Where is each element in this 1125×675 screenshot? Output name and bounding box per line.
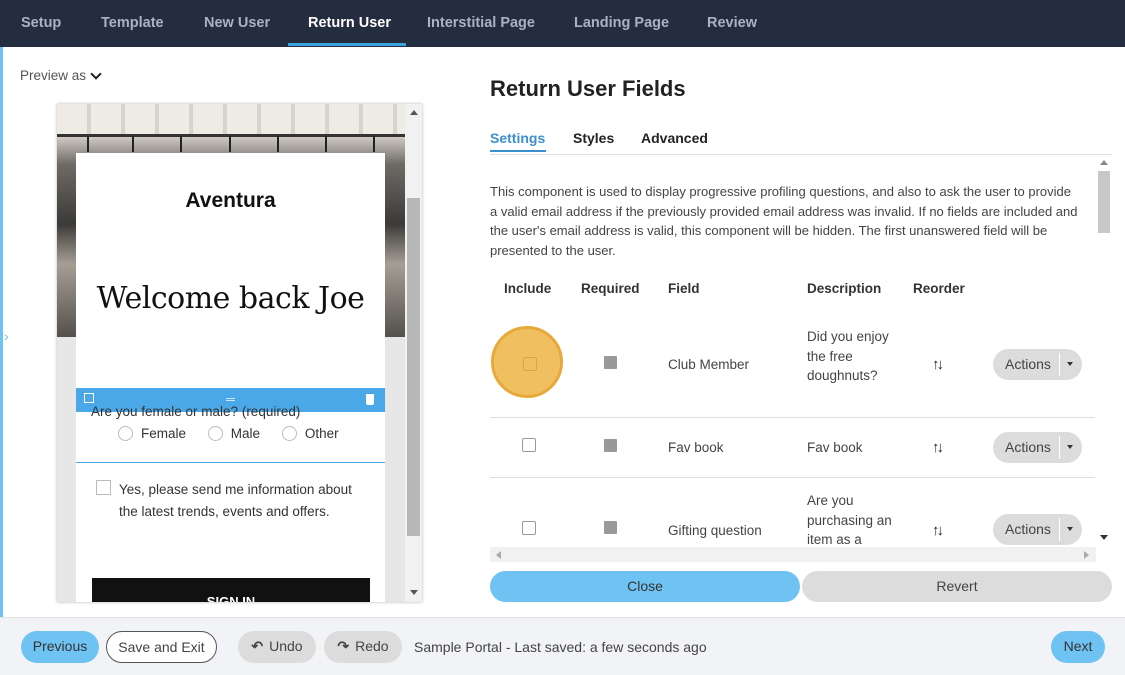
gender-options: Female Male Other [118, 426, 339, 441]
chevron-down-icon [90, 68, 102, 80]
tab-interstitial-page[interactable]: Interstitial Page [427, 0, 535, 47]
phone-preview: Aventura Welcome back Joe Are you female… [57, 104, 422, 602]
preview-scrollbar[interactable] [405, 104, 422, 602]
redo-icon: ↷ [337, 638, 350, 654]
tab-setup[interactable]: Setup [21, 0, 61, 47]
undo-label: Undo [269, 638, 303, 654]
brand-name: Aventura [185, 189, 276, 212]
footer-bar: Previous Save and Exit ↶ Undo ↷ Redo Sampl… [0, 617, 1125, 675]
radio-other[interactable] [281, 426, 297, 441]
option-other-label: Other [304, 426, 339, 441]
trash-icon[interactable] [366, 394, 374, 405]
tab-advanced[interactable]: Advanced [641, 130, 708, 146]
required-checkbox[interactable] [604, 439, 617, 452]
undo-icon: ↶ [251, 638, 264, 654]
revert-button[interactable]: Revert [802, 571, 1112, 602]
question-divider [76, 462, 385, 463]
expand-chevron-icon[interactable]: › [4, 328, 9, 344]
top-navigation: Setup Template New User Return User Inte… [0, 0, 1125, 47]
include-checkbox[interactable] [522, 521, 536, 535]
gender-question: Are you female or male? (required) [91, 404, 301, 419]
click-highlight [491, 326, 563, 398]
reorder-icon[interactable]: ↑↓ [932, 522, 944, 539]
caret-down-icon[interactable] [1067, 445, 1073, 449]
required-checkbox[interactable] [604, 356, 617, 369]
list-icon[interactable] [84, 393, 94, 403]
close-button[interactable]: Close [490, 571, 800, 602]
save-status: Sample Portal - Last saved: a few second… [414, 639, 707, 655]
field-description: Did you enjoy the free doughnuts? [807, 329, 889, 383]
redo-button[interactable]: ↷ Redo [324, 631, 402, 663]
previous-button[interactable]: Previous [21, 631, 99, 663]
option-male-label: Male [230, 426, 261, 441]
actions-button[interactable]: Actions [993, 432, 1082, 463]
optin-label: Yes, please send me information about th… [119, 482, 352, 519]
undo-button[interactable]: ↶ Undo [238, 631, 316, 663]
fields-vertical-scrollbar[interactable] [1096, 155, 1112, 547]
option-female-label: Female [141, 426, 187, 441]
required-checkbox[interactable] [604, 521, 617, 534]
preview-as-label: Preview as [20, 68, 87, 83]
radio-male[interactable] [207, 426, 223, 441]
active-tab-underline [288, 43, 406, 46]
preview-as-dropdown[interactable]: Preview as [20, 68, 102, 83]
tab-template[interactable]: Template [101, 0, 164, 47]
reorder-icon[interactable]: ↑↓ [932, 439, 944, 456]
actions-button[interactable]: Actions [993, 349, 1082, 380]
left-edge-bar [0, 47, 3, 617]
field-name: Gifting question [668, 523, 762, 538]
panel-title: Return User Fields [490, 76, 686, 101]
field-description: Fav book [807, 440, 863, 455]
tab-styles[interactable]: Styles [573, 130, 614, 146]
radio-female[interactable] [118, 426, 133, 441]
optin-checkbox[interactable] [96, 480, 111, 495]
redo-label: Redo [355, 638, 389, 654]
sign-in-button[interactable]: SIGN IN [92, 578, 370, 602]
fields-scroll-area: This component is used to display progre… [490, 155, 1112, 563]
tab-new-user[interactable]: New User [204, 0, 270, 47]
tab-review[interactable]: Review [707, 0, 757, 47]
field-description: Are you purchasing an item as a [807, 493, 892, 547]
tab-settings[interactable]: Settings [490, 130, 545, 146]
tab-landing-page[interactable]: Landing Page [574, 0, 669, 47]
welcome-heading: Welcome back Joe [96, 281, 365, 316]
fields-horizontal-scrollbar[interactable] [490, 547, 1096, 562]
save-and-exit-button[interactable]: Save and Exit [106, 631, 217, 663]
field-name: Club Member [668, 357, 750, 372]
include-checkbox[interactable] [522, 438, 536, 452]
welcome-card: Aventura Welcome back Joe Are you female… [76, 153, 385, 602]
include-checkbox[interactable] [523, 357, 537, 371]
reorder-icon[interactable]: ↑↓ [932, 356, 944, 373]
next-button[interactable]: Next [1051, 631, 1105, 663]
actions-button[interactable]: Actions [993, 514, 1082, 545]
drag-handle-icon[interactable] [226, 398, 235, 401]
caret-down-icon[interactable] [1067, 362, 1073, 366]
field-name: Fav book [668, 440, 724, 455]
tab-return-user[interactable]: Return User [308, 0, 391, 47]
caret-down-icon[interactable] [1067, 527, 1073, 531]
active-panel-tab-underline [490, 150, 546, 152]
